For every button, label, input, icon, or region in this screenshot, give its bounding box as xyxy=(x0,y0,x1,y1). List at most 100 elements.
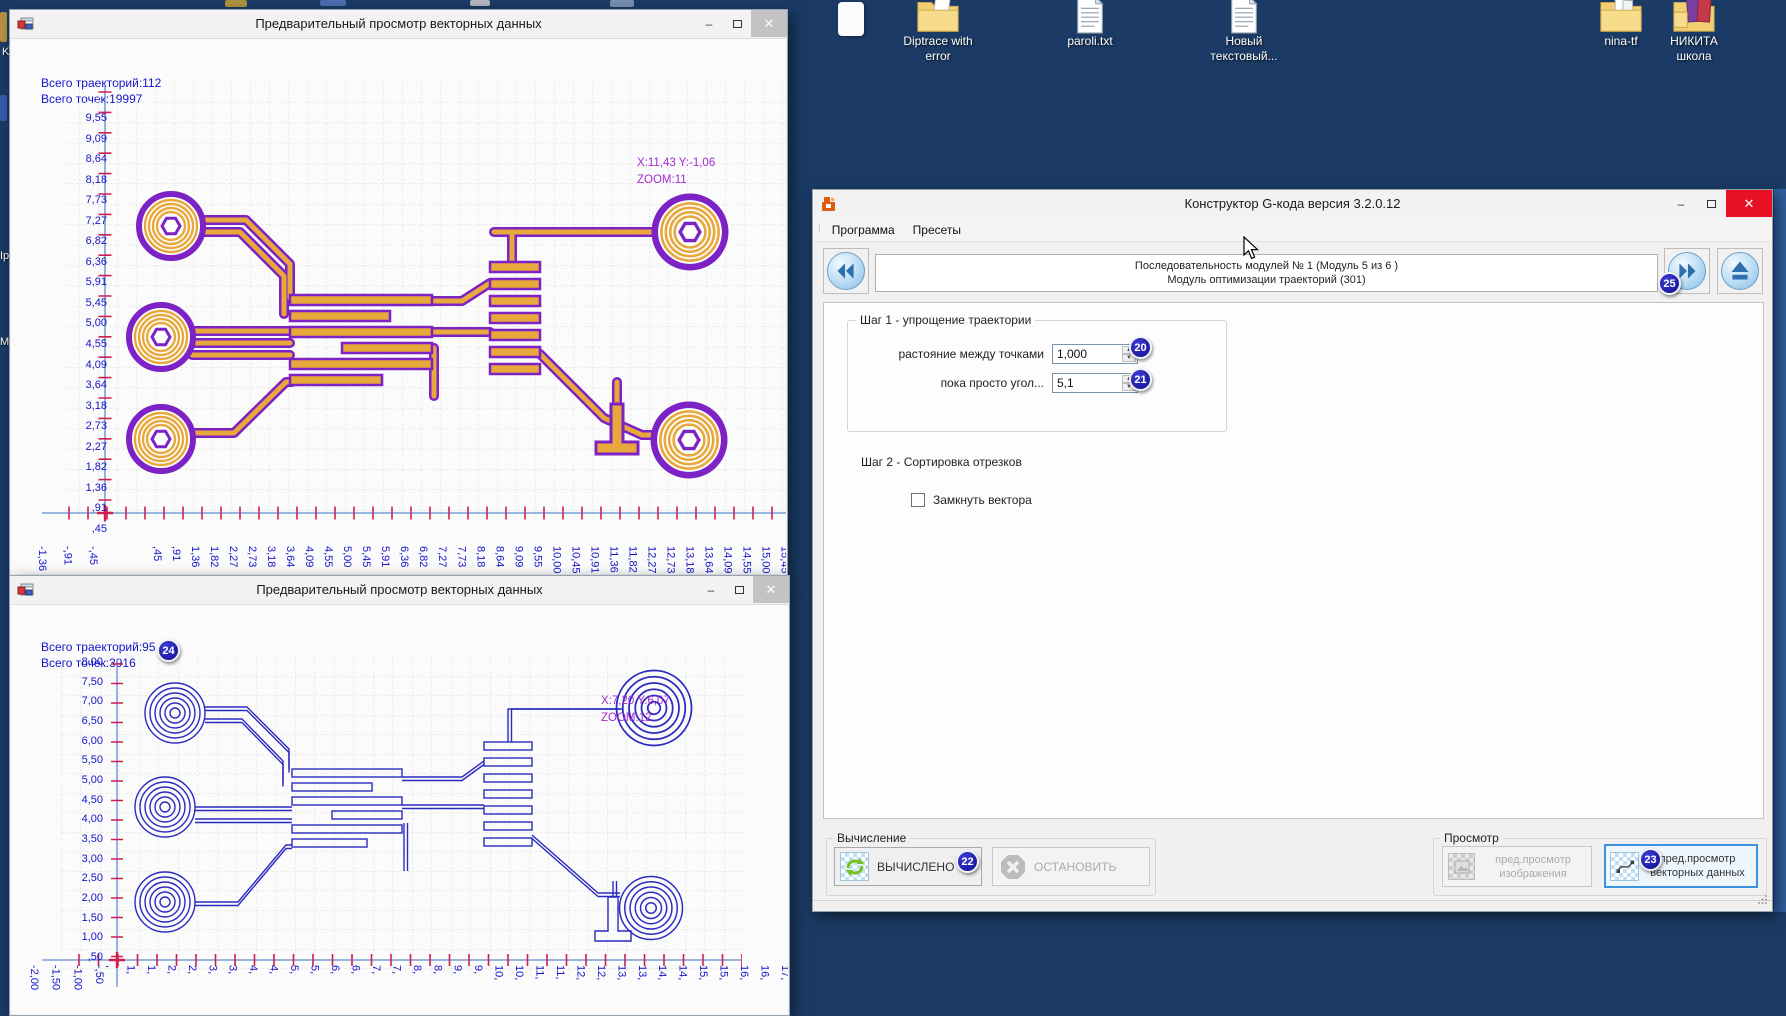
angle-spinner[interactable]: 5,1 ▲▼ xyxy=(1052,373,1138,393)
x-tick-label: -1,36 xyxy=(35,546,48,574)
cut-icon-sliver xyxy=(610,0,634,7)
preview-vector-button[interactable]: пред.просмотр векторных данных xyxy=(1604,844,1758,888)
text-file-icon xyxy=(1038,0,1142,34)
x-axis-negative-labels: -2,00-1,50-1,00-,50 xyxy=(27,965,105,1014)
x-tick-label: 6,82 xyxy=(416,546,429,574)
x-tick-label: 6, xyxy=(328,965,341,1014)
x-tick-label: 1,36 xyxy=(188,546,201,574)
maximize-button[interactable] xyxy=(1696,190,1726,217)
x-tick-label: 11, xyxy=(553,965,566,1014)
cursor-coords-readout: X:11,43 Y:-1,06 ZOOM:11 xyxy=(637,155,715,189)
cut-icon-sliver xyxy=(320,0,346,6)
cut-icon-label: Ip xyxy=(0,250,9,262)
x-tick-label: 10,45 xyxy=(568,546,581,574)
close-button[interactable]: ✕ xyxy=(1726,190,1772,217)
close-button[interactable]: ✕ xyxy=(751,10,787,37)
x-tick-label: 12,27 xyxy=(644,546,657,574)
annotation-badge-24: 24 xyxy=(157,639,180,662)
x-tick-label: 16, xyxy=(758,965,771,1014)
x-tick-label: 2,73 xyxy=(245,546,258,574)
x-tick-label: -2,00 xyxy=(27,965,40,1014)
x-tick-label: , xyxy=(103,965,116,1014)
y-tick-label: 8,64 xyxy=(86,154,107,165)
rewind-icon xyxy=(827,252,865,290)
window-titlebar[interactable]: Предварительный просмотр векторных данны… xyxy=(10,10,787,38)
calculation-groupbox: Вычисление ВЫЧИСЛЕНО ОСТАНОВИТЬ xyxy=(826,838,1156,896)
x-tick-label: ,45 xyxy=(150,546,163,574)
x-tick-label: 5,00 xyxy=(340,546,353,574)
y-tick-label: 8,00 xyxy=(82,657,103,668)
x-tick-label: 8, xyxy=(410,965,423,1014)
x-tick-label: 15,45 xyxy=(778,546,786,574)
window-title: Конструктор G-кода версия 3.2.0.12 xyxy=(813,190,1772,218)
y-tick-label: 5,50 xyxy=(82,755,103,766)
desktop-icon-label: Новый xyxy=(1192,34,1296,49)
preview-image-label-line1: пред.просмотр xyxy=(1475,853,1591,867)
window-titlebar[interactable]: Предварительный просмотр векторных данны… xyxy=(10,576,789,604)
step1-legend: Шаг 1 - упрощение траектории xyxy=(856,313,1035,327)
annotation-badge-22: 22 xyxy=(956,850,979,873)
angle-field-label: пока просто угол... xyxy=(852,376,1044,390)
run-module-button[interactable] xyxy=(1717,248,1763,294)
close-vectors-checkbox-label: Замкнуть вектора xyxy=(933,493,1032,507)
x-tick-label: 7, xyxy=(389,965,402,1014)
x-tick-label: 9,09 xyxy=(511,546,524,574)
minimize-button[interactable]: – xyxy=(697,576,725,603)
y-tick-label: 9,09 xyxy=(86,134,107,145)
vector-plot-canvas[interactable] xyxy=(42,82,786,522)
resize-grip-icon[interactable] xyxy=(1758,891,1768,909)
x-tick-label: 3,18 xyxy=(264,546,277,574)
desktop-icon-paroli[interactable]: paroli.txt xyxy=(1038,0,1142,49)
menu-item-program[interactable]: Программа xyxy=(823,220,904,240)
y-tick-label: 6,36 xyxy=(86,257,107,268)
x-tick-label: 11, xyxy=(533,965,546,1014)
x-tick-label: 4, xyxy=(267,965,280,1014)
y-tick-label: 7,00 xyxy=(82,696,103,707)
prev-module-button[interactable] xyxy=(823,248,869,294)
x-tick-label: 4, xyxy=(246,965,259,1014)
x-tick-label: -1,50 xyxy=(49,965,62,1014)
y-tick-label: 4,55 xyxy=(86,339,107,350)
window-client-area: Всего траекторий:112 Всего точек:19997 xyxy=(11,38,786,574)
x-axis-labels: ,45,911,361,822,272,733,183,644,094,555,… xyxy=(150,546,786,574)
window-titlebar[interactable]: Конструктор G-кода версия 3.2.0.12 – ✕ xyxy=(813,190,1772,218)
y-tick-label: 5,45 xyxy=(86,298,107,309)
x-tick-label: 8,18 xyxy=(473,546,486,574)
y-tick-label: 3,64 xyxy=(86,380,107,391)
x-tick-label: 13, xyxy=(635,965,648,1014)
x-tick-label: 14,55 xyxy=(739,546,752,574)
close-button[interactable]: ✕ xyxy=(753,576,789,603)
vector-preview-icon xyxy=(1610,852,1639,881)
x-axis-labels: ,1,1,2,2,3,3,4,4,5,5,6,6,7,7,8,8,9,9,10,… xyxy=(103,965,788,1014)
x-tick-label: 2, xyxy=(185,965,198,1014)
mouse-cursor xyxy=(1243,236,1261,267)
coords-text: X:7,20 Y:6,07 xyxy=(601,693,670,710)
y-tick-label: 9,55 xyxy=(86,113,107,124)
x-tick-label: 16, xyxy=(737,965,750,1014)
x-tick-label: -,91 xyxy=(61,546,74,574)
x-tick-label: 5,45 xyxy=(359,546,372,574)
coords-text: X:11,43 Y:-1,06 xyxy=(637,155,715,172)
y-tick-label: ,91 xyxy=(92,503,107,514)
desktop-icon-nikita[interactable]: НИКИТА школа xyxy=(1642,0,1746,64)
minimize-button[interactable]: – xyxy=(695,10,723,37)
distance-spinner[interactable]: 1,000 ▲▼ xyxy=(1052,344,1138,364)
x-tick-label: 3,64 xyxy=(283,546,296,574)
x-tick-label: 1,82 xyxy=(207,546,220,574)
menu-item-presets[interactable]: Пресеты xyxy=(904,220,970,240)
step2-label: Шаг 2 - Сортировка отрезков xyxy=(861,455,1081,469)
toolbar-grip-icon: ⁞ xyxy=(818,224,820,235)
desktop-icon-diptrace[interactable]: Diptrace with error xyxy=(886,0,990,64)
partial-desktop-icon[interactable] xyxy=(838,2,864,36)
minimize-button[interactable]: – xyxy=(1666,190,1696,217)
gcode-constructor-window: Конструктор G-кода версия 3.2.0.12 – ✕ ⁞… xyxy=(812,189,1773,912)
desktop-icon-new-text[interactable]: Новый текстовый... xyxy=(1192,0,1296,64)
distance-value: 1,000 xyxy=(1057,347,1087,361)
maximize-button[interactable] xyxy=(723,10,751,37)
y-tick-label: 4,50 xyxy=(82,795,103,806)
y-tick-label: 1,00 xyxy=(82,932,103,943)
stop-button-label: ОСТАНОВИТЬ xyxy=(1034,860,1116,874)
x-tick-label: 13,18 xyxy=(682,546,695,574)
close-vectors-checkbox[interactable] xyxy=(911,493,925,507)
maximize-button[interactable] xyxy=(725,576,753,603)
